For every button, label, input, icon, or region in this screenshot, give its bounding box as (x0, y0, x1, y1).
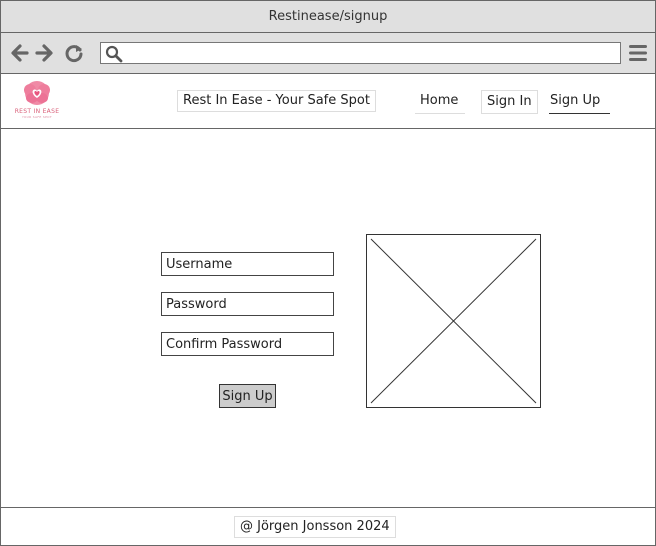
logo-text: REST IN EASE (14, 108, 60, 115)
sign-up-button[interactable]: Sign Up (219, 384, 276, 408)
search-icon (105, 45, 123, 63)
nav-sign-in-link[interactable]: Sign In (481, 90, 538, 114)
nav-home-link[interactable]: Home (415, 90, 465, 114)
logo-subtext: YOUR SAFE SPOT (22, 115, 52, 119)
window-title: Restinease/signup (268, 9, 388, 24)
browser-toolbar (1, 33, 655, 74)
browser-window: Restinease/signup REST IN EASE YOUR SAFE… (0, 0, 656, 546)
back-arrow-icon[interactable] (9, 42, 31, 64)
password-field[interactable] (161, 292, 334, 316)
username-field[interactable] (161, 252, 334, 276)
forward-arrow-icon[interactable] (33, 42, 55, 64)
footer-copyright: @ Jörgen Jonsson 2024 (234, 516, 396, 538)
site-logo[interactable]: REST IN EASE YOUR SAFE SPOT (11, 81, 63, 121)
nav-sign-up-link[interactable]: Sign Up (549, 90, 610, 114)
site-header: REST IN EASE YOUR SAFE SPOT Rest In Ease… (1, 74, 655, 129)
hamburger-menu-icon[interactable] (628, 43, 648, 63)
site-tagline: Rest In Ease - Your Safe Spot (177, 90, 376, 112)
image-placeholder (366, 234, 541, 408)
address-bar[interactable] (100, 42, 621, 64)
window-title-bar: Restinease/signup (1, 1, 655, 33)
url-input[interactable] (127, 45, 613, 61)
brain-heart-icon (24, 81, 50, 105)
confirm-password-field[interactable] (161, 332, 334, 356)
reload-icon[interactable] (63, 42, 85, 64)
signup-main: Sign Up (1, 129, 655, 508)
